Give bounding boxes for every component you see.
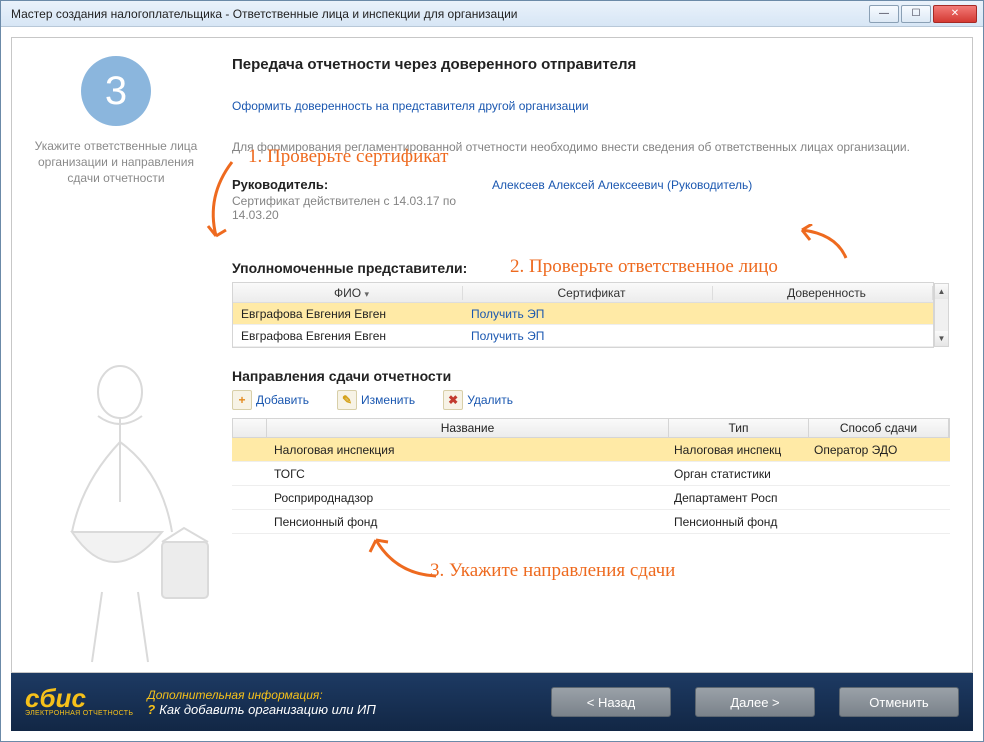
get-cert-link[interactable]: Получить ЭП <box>471 329 544 343</box>
add-button-label: Добавить <box>256 393 309 407</box>
dirs-toolbar: + Добавить ✎ Изменить ✖ Удалить <box>232 390 950 410</box>
reps-col-fio[interactable]: ФИО ▾ <box>233 286 463 300</box>
plus-icon: + <box>232 390 252 410</box>
add-button[interactable]: + Добавить <box>232 390 309 410</box>
description-text: Для формирования регламентированной отче… <box>232 139 950 155</box>
dirs-table: Название Тип Способ сдачи Налоговая инсп… <box>232 418 950 534</box>
reps-col-pow[interactable]: Доверенность <box>713 286 933 300</box>
sidebar-hint: Укажите ответственные лица организации и… <box>26 138 206 187</box>
logo-subtitle: ЭЛЕКТРОННАЯ ОТЧЕТНОСТЬ <box>25 710 133 717</box>
body-frame: 3 Укажите ответственные лица организации… <box>11 37 973 673</box>
reps-heading: Уполномоченные представители: <box>232 260 950 276</box>
step-number: 3 <box>105 69 127 114</box>
main-content: Передача отчетности через доверенного от… <box>220 38 972 672</box>
dirs-row[interactable]: Пенсионный фонд Пенсионный фонд <box>232 510 950 534</box>
reps-row[interactable]: Евграфова Евгения Евген Получить ЭП <box>233 325 933 347</box>
annotation-arrow-3-icon <box>366 532 446 582</box>
logo: сбис ЭЛЕКТРОННАЯ ОТЧЕТНОСТЬ <box>25 687 133 717</box>
close-button[interactable]: ✕ <box>933 5 977 23</box>
dirs-row[interactable]: Росприроднадзор Департамент Росп <box>232 486 950 510</box>
dirs-cell-name: Налоговая инспекция <box>266 443 670 457</box>
footer: сбис ЭЛЕКТРОННАЯ ОТЧЕТНОСТЬ Дополнительн… <box>11 673 973 731</box>
proxy-link[interactable]: Оформить доверенность на представителя д… <box>232 99 589 113</box>
leader-row: Руководитель: Сертификат действителен с … <box>232 177 950 222</box>
delete-button[interactable]: ✖ Удалить <box>443 390 513 410</box>
dirs-cell-type: Орган статистики <box>670 467 810 481</box>
dirs-col-name[interactable]: Название <box>267 419 669 437</box>
annotation-3: 3. Укажите направления сдачи <box>430 560 675 582</box>
dirs-heading: Направления сдачи отчетности <box>232 368 950 384</box>
reps-table: ФИО ▾ Сертификат Доверенность Евграфова … <box>232 282 934 348</box>
dirs-cell-method: Оператор ЭДО <box>810 443 950 457</box>
logo-text: сбис <box>25 687 133 710</box>
window-controls: — ☐ ✕ <box>869 5 977 23</box>
assistant-illustration <box>12 352 228 672</box>
footer-info: Дополнительная информация: ? Как добавить… <box>147 688 527 717</box>
dirs-col-type[interactable]: Тип <box>669 419 809 437</box>
scroll-down-icon[interactable]: ▼ <box>935 331 948 346</box>
titlebar: Мастер создания налогоплательщика - Отве… <box>1 1 983 27</box>
reps-col-cert[interactable]: Сертификат <box>463 286 713 300</box>
next-button[interactable]: Далее > <box>695 687 815 717</box>
page-title: Передача отчетности через доверенного от… <box>232 56 950 73</box>
reps-row[interactable]: Евграфова Евгения Евген Получить ЭП <box>233 303 933 325</box>
edit-button[interactable]: ✎ Изменить <box>337 390 415 410</box>
dirs-col-method[interactable]: Способ сдачи <box>809 419 949 437</box>
dirs-header-row: Название Тип Способ сдачи <box>232 418 950 438</box>
minimize-button[interactable]: — <box>869 5 899 23</box>
sidebar: 3 Укажите ответственные лица организации… <box>12 38 220 672</box>
footer-help-label: Как добавить организацию или ИП <box>159 702 376 717</box>
scroll-up-icon[interactable]: ▲ <box>935 284 948 299</box>
reps-scrollbar[interactable]: ▲ ▼ <box>934 283 949 347</box>
leader-name-link[interactable]: Алексеев Алексей Алексеевич (Руководител… <box>492 178 752 192</box>
annotation-arrow-2-icon <box>796 224 856 264</box>
dirs-cell-type: Налоговая инспекц <box>670 443 810 457</box>
client-area: 3 Укажите ответственные лица организации… <box>1 27 983 741</box>
pencil-icon: ✎ <box>337 390 357 410</box>
reps-col-fio-label: ФИО <box>334 286 361 300</box>
dirs-cell-type: Пенсионный фонд <box>670 515 810 529</box>
window-title: Мастер создания налогоплательщика - Отве… <box>7 7 869 21</box>
edit-button-label: Изменить <box>361 393 415 407</box>
dirs-cell-name: Пенсионный фонд <box>266 515 670 529</box>
sort-arrow-icon: ▾ <box>364 289 369 299</box>
reps-cell-fio: Евграфова Евгения Евген <box>233 307 463 321</box>
window-frame: Мастер создания налогоплательщика - Отве… <box>0 0 984 742</box>
back-button[interactable]: < Назад <box>551 687 671 717</box>
reps-header-row: ФИО ▾ Сертификат Доверенность <box>233 283 933 303</box>
cancel-button[interactable]: Отменить <box>839 687 959 717</box>
get-cert-link[interactable]: Получить ЭП <box>471 307 544 321</box>
delete-button-label: Удалить <box>467 393 513 407</box>
cert-validity: Сертификат действителен с 14.03.17 по 14… <box>232 194 492 222</box>
dirs-cell-name: Росприроднадзор <box>266 491 670 505</box>
reps-cell-fio: Евграфова Евгения Евген <box>233 329 463 343</box>
footer-help-link[interactable]: ? Как добавить организацию или ИП <box>147 702 527 717</box>
footer-info-title: Дополнительная информация: <box>147 688 527 702</box>
dirs-row[interactable]: ТОГС Орган статистики <box>232 462 950 486</box>
dirs-row[interactable]: Налоговая инспекция Налоговая инспекц Оп… <box>232 438 950 462</box>
step-badge: 3 <box>81 56 151 126</box>
dirs-cell-name: ТОГС <box>266 467 670 481</box>
maximize-button[interactable]: ☐ <box>901 5 931 23</box>
dirs-col-marker <box>233 419 267 437</box>
delete-icon: ✖ <box>443 390 463 410</box>
question-icon: ? <box>147 702 155 717</box>
dirs-cell-type: Департамент Росп <box>670 491 810 505</box>
leader-label: Руководитель: <box>232 177 492 192</box>
